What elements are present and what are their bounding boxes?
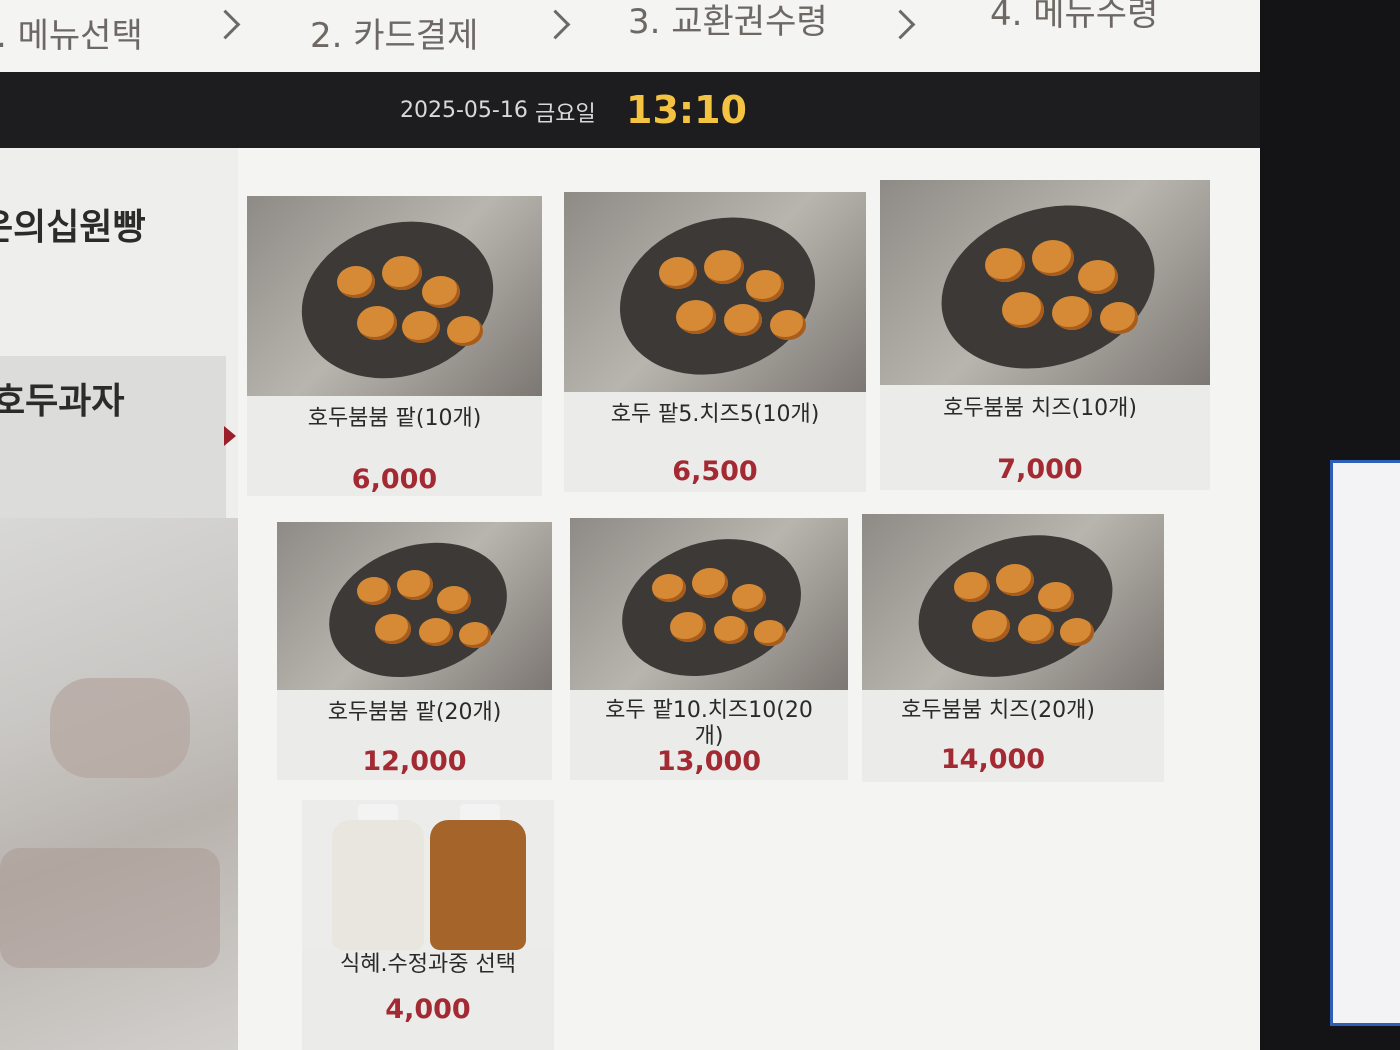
menu-item[interactable]: 호두 팥10.치즈10(20개) 13,000 <box>570 518 848 780</box>
step-card-payment: 2. 카드결제 <box>310 16 479 56</box>
step-voucher: 3. 교환권수령 <box>628 2 828 42</box>
menu-item[interactable]: 호두붐붐 치즈(10개) 7,000 <box>880 180 1210 490</box>
order-steps: . 메뉴선택 2. 카드결제 3. 교환권수령 4. 메뉴수령 <box>0 0 1290 72</box>
menu-item-price: 12,000 <box>362 746 467 777</box>
menu-item-name: 호두 팥5.치즈5(10개) <box>610 402 820 427</box>
category-item-sipwonbbang[interactable]: 은의십원빵 <box>0 180 226 374</box>
menu-item[interactable]: 호두붐붐 치즈(20개) 14,000 <box>862 514 1164 782</box>
walnut-cakes-photo <box>564 192 866 392</box>
category-item-walnut-cake[interactable]: 호두과자 <box>0 356 226 518</box>
menu-item[interactable]: 호두붐붐 팥(20개) 12,000 <box>277 522 552 780</box>
walnut-cakes-photo <box>247 196 542 396</box>
walnut-cakes-photo <box>862 514 1164 690</box>
current-time: 13:10 <box>626 88 747 132</box>
menu-item-price: 14,000 <box>940 744 1046 775</box>
menu-item-price: 4,000 <box>385 994 471 1025</box>
menu-item[interactable]: 호두 팥5.치즈5(10개) 6,500 <box>564 192 866 492</box>
category-label: 은의십원빵 <box>0 207 146 248</box>
chevron-right-icon <box>210 9 241 40</box>
wall-sign <box>1330 460 1400 1026</box>
menu-item-name: 호두붐붐 팥(20개) <box>327 700 502 725</box>
menu-item-name: 호두붐붐 팥(10개) <box>307 406 482 431</box>
menu-area: 은의십원빵 호두과자 호두붐붐 팥(10개) 6,000 <box>0 148 1260 1050</box>
menu-item-name: 식혜.수정과중 선택 <box>340 952 516 977</box>
kiosk-screen: . 메뉴선택 2. 카드결제 3. 교환권수령 4. 메뉴수령 2025-05-… <box>0 0 1290 1050</box>
menu-item-price: 6,000 <box>351 464 438 495</box>
menu-item-price: 6,500 <box>672 456 758 487</box>
step-pickup: 4. 메뉴수령 <box>990 0 1159 34</box>
current-day: 금요일 <box>535 102 596 127</box>
chevron-right-icon <box>885 9 916 40</box>
category-label: 호두과자 <box>0 381 125 422</box>
menu-item[interactable]: 호두붐붐 팥(10개) 6,000 <box>247 196 542 496</box>
chevron-right-icon <box>540 9 571 40</box>
background-photo <box>0 518 238 1050</box>
menu-item-price: 7,000 <box>997 454 1083 485</box>
current-date: 2025-05-16 <box>400 98 528 123</box>
walnut-cakes-photo <box>277 522 552 690</box>
selected-arrow-icon <box>224 426 236 446</box>
menu-item-name: 호두 팥10.치즈10(20개) <box>605 698 813 749</box>
category-sidebar: 은의십원빵 호두과자 <box>0 148 238 1050</box>
walnut-cakes-photo <box>880 180 1210 385</box>
drink-bottles-photo <box>302 800 554 950</box>
menu-item[interactable]: 식혜.수정과중 선택 4,000 <box>302 800 554 1050</box>
menu-item-price: 13,000 <box>656 746 762 777</box>
datetime-bar: 2025-05-16 금요일 13:10 <box>0 72 1290 148</box>
menu-item-name: 호두붐붐 치즈(20개) <box>901 698 1095 723</box>
step-menu-select: . 메뉴선택 <box>0 16 143 56</box>
walnut-cakes-photo <box>570 518 848 690</box>
menu-item-name: 호두붐붐 치즈(10개) <box>943 396 1137 421</box>
